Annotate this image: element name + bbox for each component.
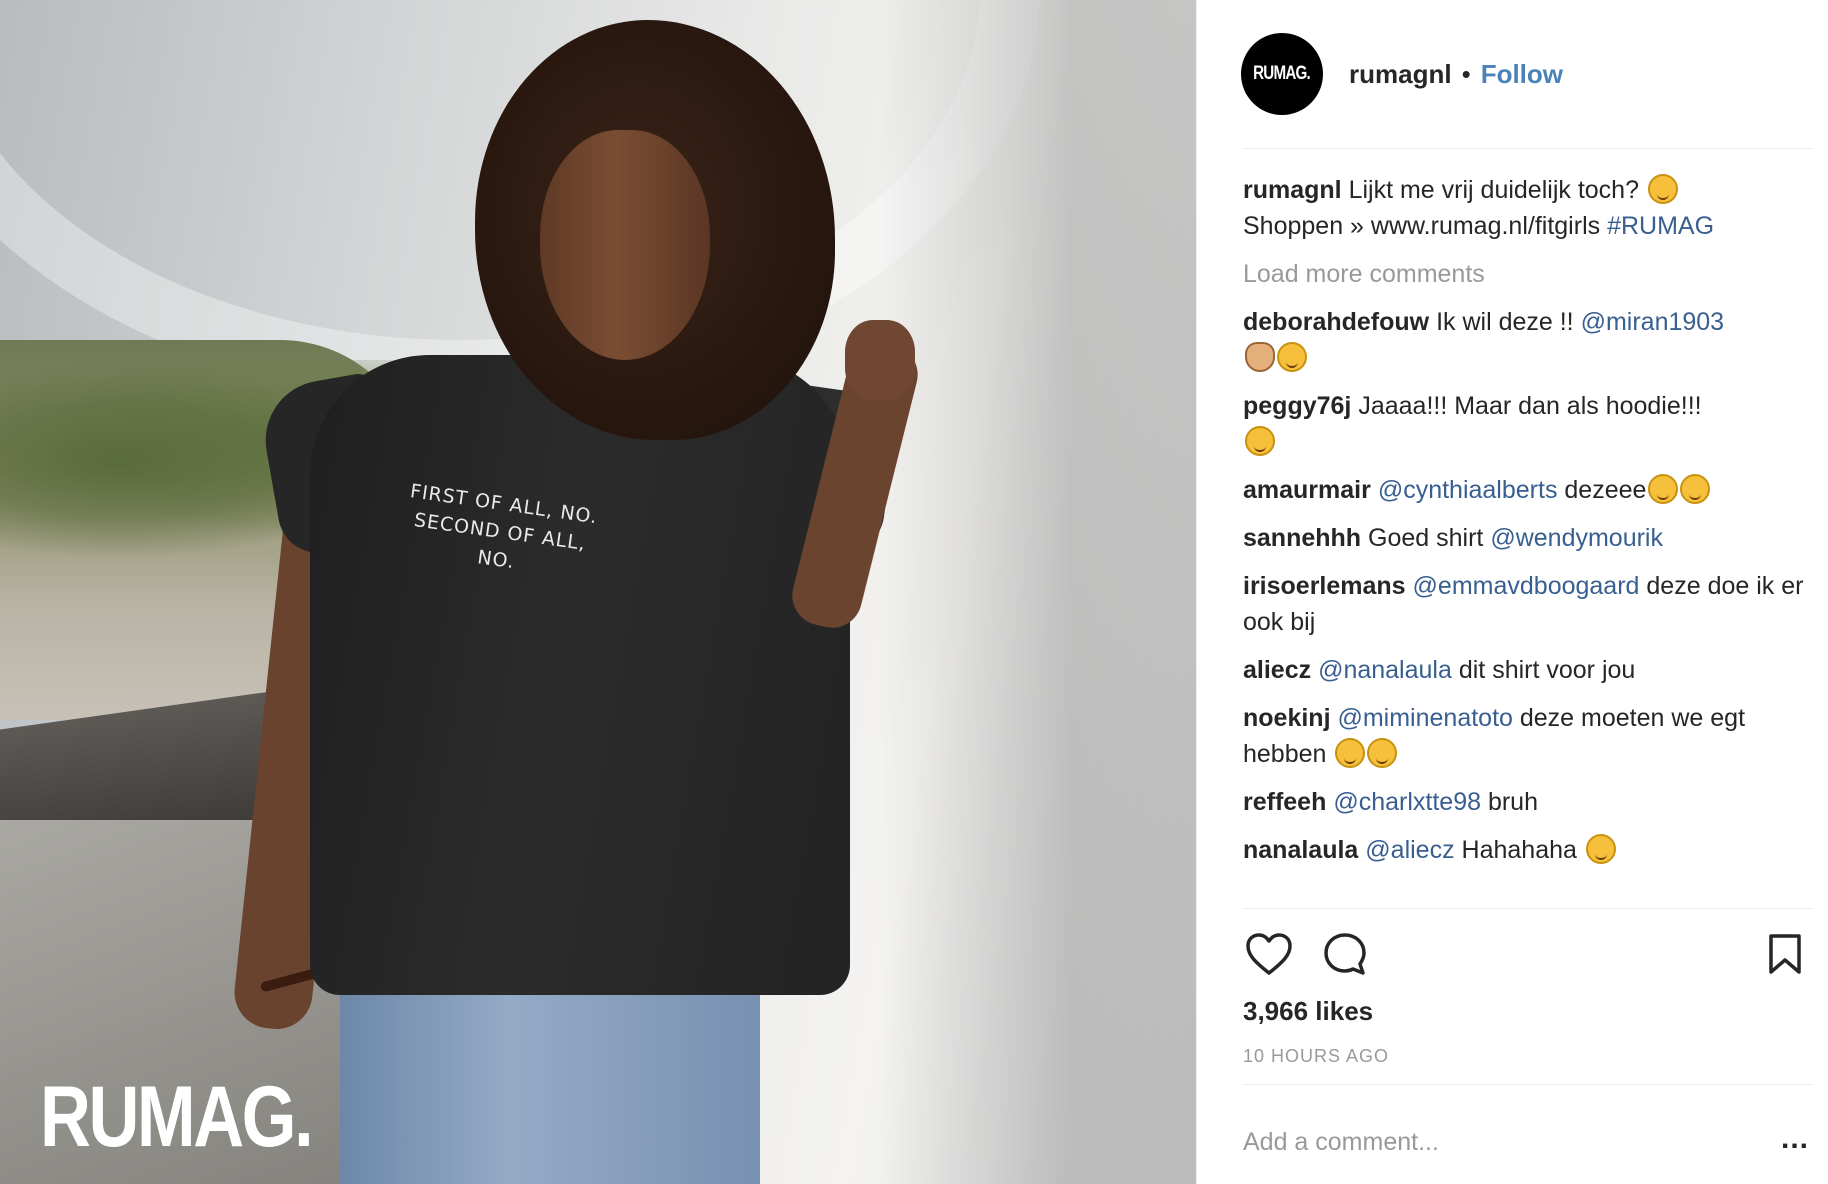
heart-icon[interactable] xyxy=(1241,926,1297,982)
caption-text: Lijkt me vrij duidelijk toch? xyxy=(1348,176,1639,204)
follow-button[interactable]: Follow xyxy=(1481,59,1563,90)
laughing-emoji-icon xyxy=(1680,474,1711,504)
tongue-out-emoji-icon xyxy=(1585,834,1616,864)
rofl-emoji-icon xyxy=(1367,738,1398,768)
t-shirt xyxy=(310,355,850,995)
model: FIRST OF ALL, NO. SECOND OF ALL, NO. xyxy=(230,20,925,1184)
load-more-comments-button[interactable]: Load more comments xyxy=(1243,256,1813,292)
comment-mention[interactable]: @miran1903 xyxy=(1581,308,1725,336)
caption: rumagnl Lijkt me vrij duidelijk toch? Sh… xyxy=(1243,172,1813,244)
comment-username[interactable]: irisoerlemans xyxy=(1243,572,1406,600)
right-hand xyxy=(845,320,915,400)
rofl-emoji-icon xyxy=(1335,738,1366,768)
caption-username[interactable]: rumagnl xyxy=(1243,176,1342,204)
brand-watermark: RUMAG. xyxy=(40,1069,314,1165)
comment-username[interactable]: nanalaula xyxy=(1243,836,1358,864)
comment-text: dezeee xyxy=(1564,476,1647,504)
post-actions xyxy=(1243,926,1813,986)
laughing-emoji-icon xyxy=(1277,342,1307,372)
comment-username[interactable]: reffeeh xyxy=(1243,788,1326,816)
comment-item: irisoerlemans @emmavdboogaard deze doe i… xyxy=(1243,568,1813,640)
comment-username[interactable]: noekinj xyxy=(1243,704,1331,732)
comment-item: reffeeh @charlxtte98 bruh xyxy=(1243,784,1813,820)
comment-text: bruh xyxy=(1487,788,1538,816)
post-sidebar: RUMAG. rumagnl • Follow rumagnl Lijkt me… xyxy=(1196,0,1828,1184)
wall-shadow xyxy=(880,0,1196,1184)
add-comment-input[interactable] xyxy=(1243,1124,1743,1160)
ok-hand-emoji-icon xyxy=(1245,342,1275,372)
smiling-emoji-icon xyxy=(1647,174,1678,204)
comment-item: amaurmair @cynthiaalberts dezeee xyxy=(1243,472,1813,508)
comment-item: sannehhh Goed shirt @wendymourik xyxy=(1243,520,1813,556)
comment-mention[interactable]: @miminenatoto xyxy=(1337,704,1512,732)
comment-item: deborahdefouw Ik wil deze !! @miran1903 xyxy=(1243,304,1813,376)
comment-mention[interactable]: @aliecz xyxy=(1365,836,1454,864)
comment-mention[interactable]: @cynthiaalberts xyxy=(1378,476,1558,504)
avatar[interactable]: RUMAG. xyxy=(1241,33,1323,115)
post-header: RUMAG. rumagnl • Follow xyxy=(1197,0,1828,148)
post-photo[interactable]: FIRST OF ALL, NO. SECOND OF ALL, NO. RUM… xyxy=(0,0,1196,1184)
comment-username[interactable]: deborahdefouw xyxy=(1243,308,1429,336)
comment-text: dit shirt voor jou xyxy=(1458,656,1636,684)
comment-item: nanalaula @aliecz Hahahaha xyxy=(1243,832,1813,868)
header-separator: • xyxy=(1461,58,1471,89)
likes-count[interactable]: 3,966 likes xyxy=(1243,996,1373,1027)
heart-eyes-emoji-icon xyxy=(1648,474,1679,504)
comment-text: Ik wil deze !! xyxy=(1436,308,1574,336)
comments-list[interactable]: rumagnl Lijkt me vrij duidelijk toch? Sh… xyxy=(1243,172,1813,908)
comment-username[interactable]: peggy76j xyxy=(1243,392,1351,420)
comment-text: Hahahaha xyxy=(1461,836,1577,864)
ellipsis-icon[interactable]: ... xyxy=(1781,1122,1809,1156)
comment-item: aliecz @nanalaula dit shirt voor jou xyxy=(1243,652,1813,688)
grinning-emoji-icon xyxy=(1245,426,1275,456)
caption-hashtag[interactable]: #RUMAG xyxy=(1607,212,1714,240)
comment-text: Jaaaa!!! Maar dan als hoodie!!! xyxy=(1358,392,1702,420)
comment-mention[interactable]: @wendymourik xyxy=(1490,524,1663,552)
divider xyxy=(1243,148,1813,149)
comment-mention[interactable]: @nanalaula xyxy=(1318,656,1452,684)
username-link[interactable]: rumagnl xyxy=(1349,59,1452,90)
comment-username[interactable]: aliecz xyxy=(1243,656,1311,684)
face xyxy=(540,130,710,360)
comment-bubble-icon[interactable] xyxy=(1317,926,1373,982)
bookmark-icon[interactable] xyxy=(1757,926,1813,982)
avatar-logo-text: RUMAG. xyxy=(1253,63,1312,84)
comment-text: Goed shirt xyxy=(1368,524,1484,552)
comment-username[interactable]: amaurmair xyxy=(1243,476,1371,504)
comment-item: peggy76j Jaaaa!!! Maar dan als hoodie!!! xyxy=(1243,388,1813,460)
comment-mention[interactable]: @emmavdboogaard xyxy=(1413,572,1640,600)
divider xyxy=(1243,908,1813,909)
caption-shop-line: Shoppen » www.rumag.nl/fitgirls xyxy=(1243,212,1601,240)
divider xyxy=(1243,1084,1813,1085)
post-timestamp: 10 HOURS AGO xyxy=(1243,1046,1390,1066)
comment-username[interactable]: sannehhh xyxy=(1243,524,1361,552)
comment-mention[interactable]: @charlxtte98 xyxy=(1333,788,1481,816)
comment-item: noekinj @miminenatoto deze moeten we egt… xyxy=(1243,700,1813,772)
